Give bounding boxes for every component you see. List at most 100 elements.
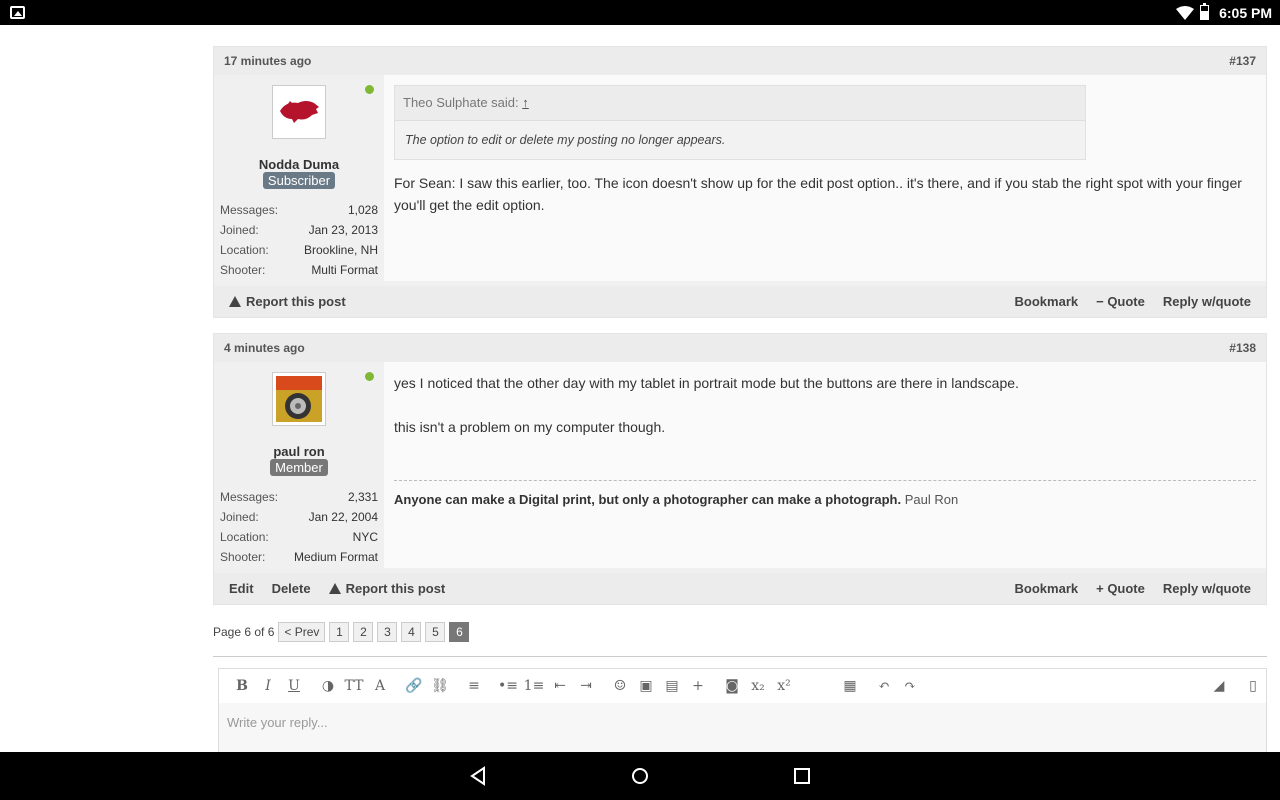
- user-stats: Messages: 1,028 Joined: Jan 23, 2013 Locat…: [220, 200, 378, 280]
- subscript-icon[interactable]: x₂: [745, 678, 771, 694]
- stat-label: Location:: [220, 243, 269, 257]
- quote-source-link[interactable]: ↑: [522, 95, 529, 110]
- pagination: Page 6 of 6 < Prev 1 2 3 4 5 6: [213, 622, 470, 642]
- clock: 6:05 PM: [1219, 4, 1272, 21]
- bold-button[interactable]: B: [229, 678, 255, 694]
- stat-value: 1,028: [347, 203, 378, 217]
- user-role-badge: Subscriber: [262, 172, 336, 189]
- post-text: yes I noticed that the other day with my…: [394, 375, 1019, 391]
- quote-block: Theo Sulphate said: ↑ The option to edit…: [394, 85, 1086, 160]
- warning-icon: [328, 583, 341, 594]
- report-post-link[interactable]: Report this post: [328, 581, 446, 596]
- camera-icon[interactable]: ◙: [719, 678, 745, 694]
- reply-editor: B I U ◑ TT A 🔗 ⛓ ≡ •≡ 1≡ ⇤ ⇥ ☺ ▣ ▤ + ◙ x…: [218, 668, 1267, 758]
- stat-label: Shooter:: [220, 550, 266, 564]
- delete-link[interactable]: Delete: [272, 581, 311, 596]
- redo-icon[interactable]: ↷: [897, 678, 923, 694]
- stat-label: Messages:: [220, 490, 279, 504]
- image-icon[interactable]: ▣: [633, 678, 659, 694]
- link-icon[interactable]: 🔗: [401, 678, 427, 694]
- post-text: this isn't a problem on my computer thou…: [394, 419, 666, 435]
- quote-link[interactable]: − Quote: [1096, 294, 1145, 309]
- bullet-list-icon[interactable]: •≡: [495, 678, 521, 694]
- stat-label: Shooter:: [220, 263, 266, 277]
- editor-toolbar: B I U ◑ TT A 🔗 ⛓ ≡ •≡ 1≡ ⇤ ⇥ ☺ ▣ ▤ + ◙ x…: [219, 669, 1266, 703]
- post-footer: Report this post Bookmark − Quote Reply …: [214, 286, 1266, 317]
- indent-icon[interactable]: ⇥: [573, 678, 599, 694]
- outdent-icon[interactable]: ⇤: [547, 678, 573, 694]
- source-view-icon[interactable]: ▯: [1240, 678, 1266, 694]
- username[interactable]: paul ron: [220, 444, 378, 459]
- unlink-icon[interactable]: ⛓: [427, 678, 453, 694]
- undo-icon[interactable]: ↶: [871, 678, 897, 694]
- car-wheel-avatar-icon: [276, 376, 322, 422]
- divider: [213, 656, 1267, 657]
- wifi-icon: [1176, 5, 1195, 20]
- user-info: Nodda Duma Subscriber Messages: 1,028 Joi…: [214, 75, 384, 286]
- stat-value: Jan 22, 2004: [308, 510, 378, 524]
- eraser-icon[interactable]: ◢: [1206, 678, 1232, 694]
- post-138: 4 minutes ago #138 paul ron Member Messa…: [213, 333, 1267, 605]
- post-137: 17 minutes ago #137 Nodda Duma Subscribe…: [213, 46, 1267, 318]
- avatar[interactable]: [272, 372, 326, 426]
- stat-label: Joined:: [220, 223, 259, 237]
- back-icon[interactable]: [466, 764, 490, 788]
- stat-value: Jan 23, 2013: [308, 223, 378, 237]
- razorback-avatar-icon: [280, 101, 319, 123]
- report-label: Report this post: [345, 581, 446, 596]
- signature-quote: Anyone can make a Digital print, but onl…: [394, 492, 902, 507]
- user-role-badge: Member: [270, 459, 328, 476]
- home-icon[interactable]: [628, 764, 652, 788]
- prev-page-button[interactable]: < Prev: [278, 622, 326, 642]
- page-1-button[interactable]: 1: [329, 622, 350, 642]
- warning-icon: [229, 296, 241, 307]
- color-button[interactable]: ◑: [315, 678, 341, 694]
- italic-button[interactable]: I: [255, 678, 281, 694]
- stat-label: Messages:: [220, 203, 279, 217]
- stat-label: Joined:: [220, 510, 259, 524]
- bookmark-link[interactable]: Bookmark: [1015, 294, 1079, 309]
- smilie-icon[interactable]: ☺: [607, 678, 633, 694]
- report-post-link[interactable]: Report this post: [229, 294, 346, 309]
- page-2-button[interactable]: 2: [353, 622, 374, 642]
- username[interactable]: Nodda Duma: [220, 157, 378, 172]
- page-6-button[interactable]: 6: [449, 622, 470, 642]
- battery-icon: [1200, 3, 1210, 20]
- online-indicator: [365, 85, 374, 94]
- reply-quote-link[interactable]: Reply w/quote: [1163, 294, 1251, 309]
- post-text: For Sean: I saw this earlier, too. The i…: [394, 175, 1242, 213]
- online-indicator: [365, 372, 374, 381]
- numbered-list-icon[interactable]: 1≡: [521, 678, 547, 694]
- quote-text: The option to edit or delete my posting …: [405, 133, 726, 147]
- align-icon[interactable]: ≡: [461, 678, 487, 694]
- post-number-link[interactable]: #137: [1229, 54, 1256, 68]
- avatar[interactable]: [272, 85, 326, 139]
- recents-icon[interactable]: [790, 764, 814, 788]
- quote-author: Theo Sulphate said:: [403, 95, 519, 110]
- reply-quote-link[interactable]: Reply w/quote: [1163, 581, 1251, 596]
- stat-value: 2,331: [347, 490, 378, 504]
- stat-value: Brookline, NH: [303, 243, 378, 257]
- media-icon[interactable]: ▤: [659, 678, 685, 694]
- reply-input[interactable]: Write your reply...: [219, 703, 1266, 742]
- insert-icon[interactable]: +: [685, 678, 711, 694]
- signature: Anyone can make a Digital print, but onl…: [394, 480, 1256, 511]
- user-stats: Messages: 2,331 Joined: Jan 22, 2004 Locat…: [220, 487, 378, 567]
- status-bar: 6:05 PM: [0, 0, 1280, 25]
- post-content: Theo Sulphate said: ↑ The option to edit…: [384, 75, 1266, 281]
- edit-link[interactable]: Edit: [229, 581, 254, 596]
- page-4-button[interactable]: 4: [401, 622, 422, 642]
- navigation-bar: [0, 752, 1280, 800]
- page-5-button[interactable]: 5: [425, 622, 446, 642]
- font-size-button[interactable]: TT: [341, 678, 367, 694]
- font-family-button[interactable]: A: [367, 678, 393, 694]
- page-3-button[interactable]: 3: [377, 622, 398, 642]
- post-number-link[interactable]: #138: [1229, 341, 1256, 355]
- post-footer: Edit Delete Report this post Bookmark + …: [214, 573, 1266, 604]
- save-draft-icon[interactable]: ▦: [837, 678, 863, 694]
- superscript-icon[interactable]: x²: [771, 678, 797, 694]
- underline-button[interactable]: U: [281, 678, 307, 694]
- quote-link[interactable]: + Quote: [1096, 581, 1145, 596]
- user-info: paul ron Member Messages: 2,331 Joined: Ja…: [214, 362, 384, 573]
- bookmark-link[interactable]: Bookmark: [1015, 581, 1079, 596]
